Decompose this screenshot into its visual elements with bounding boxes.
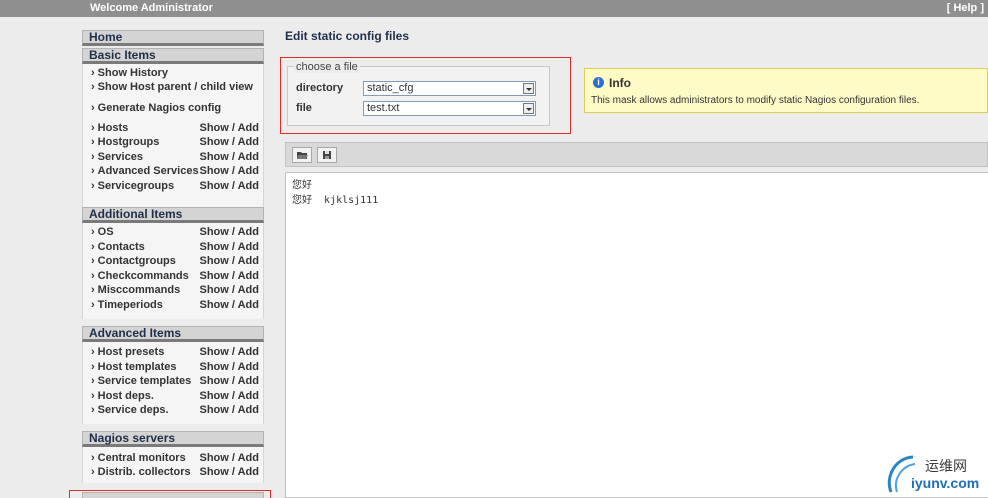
nav-item-host-deps[interactable]: Host deps. [91, 390, 154, 402]
help-link[interactable]: [ Help ] [947, 2, 984, 14]
nagios-servers-section: Nagios servers Central monitorsShow / Ad… [82, 431, 264, 483]
additional-items-section: Additional Items OSShow / Add ContactsSh… [82, 207, 264, 319]
editor-line: 您好 kjklsj111 [292, 195, 379, 206]
show-host-parent-link[interactable]: Show Host parent / child view [91, 81, 253, 93]
contacts-show-link[interactable]: Show [200, 241, 229, 253]
nav-item-contacts[interactable]: Contacts [91, 241, 145, 253]
host-templates-show-link[interactable]: Show [200, 361, 229, 373]
host-presets-show-link[interactable]: Show [200, 346, 229, 358]
service-templates-add-link[interactable]: Add [238, 375, 259, 387]
nav-item-services[interactable]: Services [91, 151, 143, 163]
timeperiods-show-link[interactable]: Show [200, 299, 229, 311]
editor-line: 您好 [292, 180, 312, 191]
hostgroups-add-link[interactable]: Add [238, 136, 259, 148]
hostgroups-show-link[interactable]: Show [200, 136, 229, 148]
host-deps-add-link[interactable]: Add [238, 390, 259, 402]
sidebar-home[interactable]: Home [82, 30, 264, 46]
info-text: This mask allows administrators to modif… [591, 95, 920, 106]
sidebar-home-box: Home [82, 30, 264, 46]
contacts-add-link[interactable]: Add [238, 241, 259, 253]
service-deps-show-link[interactable]: Show [200, 404, 229, 416]
nav-item-os[interactable]: OS [91, 226, 114, 238]
editor-toolbar [285, 142, 988, 167]
services-add-link[interactable]: Add [238, 151, 259, 163]
advanced-items-body: Host presetsShow / Add Host templatesSho… [82, 342, 264, 424]
central-monitors-show-link[interactable]: Show [200, 452, 229, 464]
watermark: 运维网 iyunv.com [885, 452, 985, 496]
basic-items-body: Show History Show Host parent / child vi… [82, 64, 264, 209]
nav-item-host-presets[interactable]: Host presets [91, 346, 165, 358]
directory-label: directory [296, 82, 344, 94]
nav-item-contactgroups[interactable]: Contactgroups [91, 255, 176, 267]
host-deps-show-link[interactable]: Show [200, 390, 229, 402]
nav-item-central-monitors[interactable]: Central monitors [91, 452, 186, 464]
services-show-link[interactable]: Show [200, 151, 229, 163]
contactgroups-show-link[interactable]: Show [200, 255, 229, 267]
servicegroups-add-link[interactable]: Add [238, 180, 259, 192]
additional-items-body: OSShow / Add ContactsShow / Add Contactg… [82, 223, 264, 319]
nav-item-servicegroups[interactable]: Servicegroups [91, 180, 174, 192]
service-deps-add-link[interactable]: Add [238, 404, 259, 416]
info-box: i Info This mask allows administrators t… [584, 68, 988, 113]
os-add-link[interactable]: Add [238, 226, 259, 238]
nav-item-advanced-services[interactable]: Advanced Services [91, 165, 199, 177]
nagios-servers-header: Nagios servers [82, 431, 264, 447]
checkcommands-add-link[interactable]: Add [238, 270, 259, 282]
watermark-cn: 运维网 [925, 458, 967, 474]
generate-config-link[interactable]: Generate Nagios config [91, 102, 221, 114]
nav-item-misccommands[interactable]: Misccommands [91, 284, 181, 296]
file-editor-textarea[interactable]: 您好 您好 kjklsj111 [285, 172, 988, 498]
choose-file-fieldset: choose a file directory static_cfg file … [287, 61, 550, 126]
page-title: Edit static config files [285, 29, 410, 43]
nagios-servers-body: Central monitorsShow / Add Distrib. coll… [82, 447, 264, 483]
save-disk-icon [323, 151, 331, 159]
watermark-en: iyunv.com [911, 475, 980, 491]
save-file-button[interactable] [317, 147, 337, 163]
file-label: file [296, 102, 312, 114]
folder-open-icon [297, 152, 308, 159]
advanced-services-show-link[interactable]: Show [200, 165, 229, 177]
host-presets-add-link[interactable]: Add [238, 346, 259, 358]
misccommands-add-link[interactable]: Add [238, 284, 259, 296]
distrib-collectors-add-link[interactable]: Add [238, 466, 259, 478]
info-title: Info [609, 76, 631, 90]
advanced-items-header: Advanced Items [82, 326, 264, 342]
chevron-down-icon[interactable] [523, 103, 534, 114]
highlight-administration [69, 490, 271, 498]
nav-item-service-templates[interactable]: Service templates [91, 375, 192, 387]
nav-item-host-templates[interactable]: Host templates [91, 361, 177, 373]
show-history-link[interactable]: Show History [91, 67, 168, 79]
distrib-collectors-show-link[interactable]: Show [200, 466, 229, 478]
file-select[interactable]: test.txt [363, 101, 536, 116]
chevron-down-icon[interactable] [523, 83, 534, 94]
additional-items-header: Additional Items [82, 207, 264, 223]
welcome-text: Welcome Administrator [90, 2, 213, 14]
directory-select[interactable]: static_cfg [363, 81, 536, 96]
info-icon: i [593, 77, 604, 88]
nav-item-distrib-collectors[interactable]: Distrib. collectors [91, 466, 191, 478]
host-templates-add-link[interactable]: Add [238, 361, 259, 373]
basic-items-header: Basic Items [82, 48, 264, 64]
central-monitors-add-link[interactable]: Add [238, 452, 259, 464]
nav-item-service-deps[interactable]: Service deps. [91, 404, 169, 416]
servicegroups-show-link[interactable]: Show [200, 180, 229, 192]
hosts-add-link[interactable]: Add [238, 122, 259, 134]
service-templates-show-link[interactable]: Show [200, 375, 229, 387]
timeperiods-add-link[interactable]: Add [238, 299, 259, 311]
nav-item-checkcommands[interactable]: Checkcommands [91, 270, 189, 282]
hosts-show-link[interactable]: Show [200, 122, 229, 134]
nav-item-hosts[interactable]: Hosts [91, 122, 129, 134]
contactgroups-add-link[interactable]: Add [238, 255, 259, 267]
advanced-services-add-link[interactable]: Add [238, 165, 259, 177]
open-file-button[interactable] [292, 147, 312, 163]
basic-items-section: Basic Items Show History Show Host paren… [82, 48, 264, 209]
checkcommands-show-link[interactable]: Show [200, 270, 229, 282]
top-bar: Welcome Administrator [ Help ] [0, 0, 988, 17]
nav-item-hostgroups[interactable]: Hostgroups [91, 136, 160, 148]
advanced-items-section: Advanced Items Host presetsShow / Add Ho… [82, 326, 264, 424]
nav-item-timeperiods[interactable]: Timeperiods [91, 299, 163, 311]
misccommands-show-link[interactable]: Show [200, 284, 229, 296]
os-show-link[interactable]: Show [200, 226, 229, 238]
choose-file-legend: choose a file [294, 61, 360, 73]
